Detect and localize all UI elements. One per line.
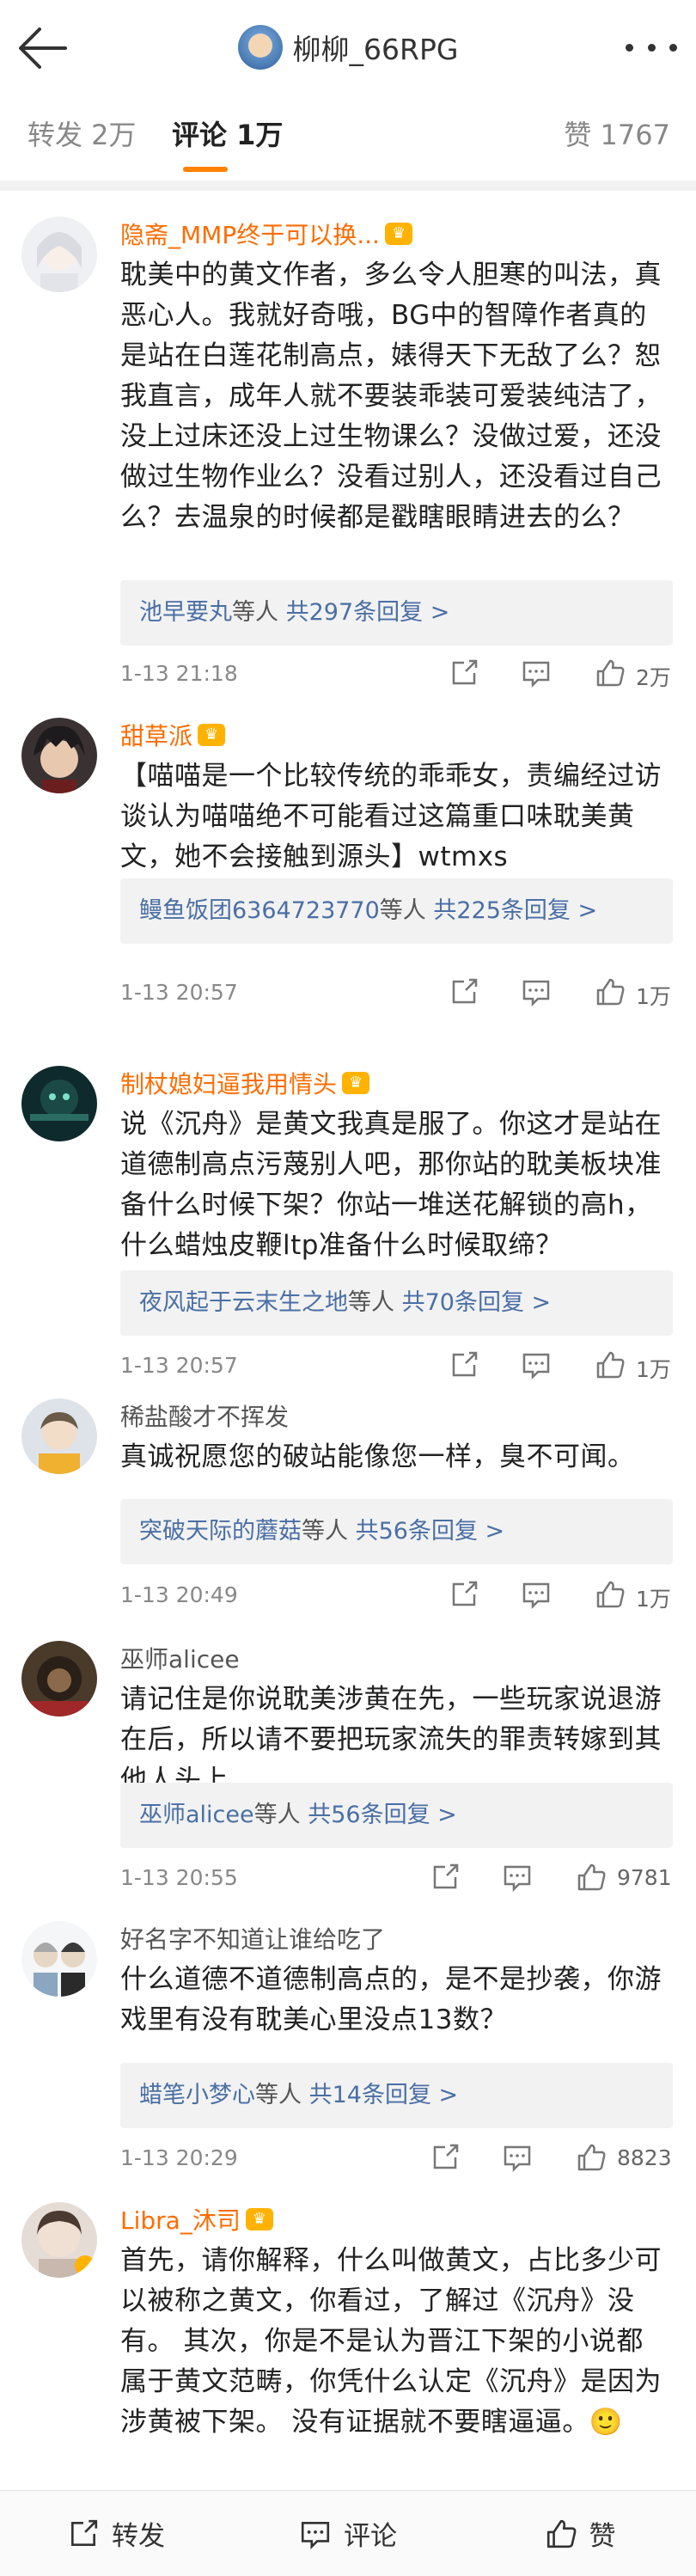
like-icon[interactable] <box>595 1349 626 1380</box>
header-title[interactable]: 柳柳_66RPG <box>0 21 696 73</box>
comment-icon[interactable] <box>521 658 552 688</box>
repost-icon <box>71 2519 98 2546</box>
reply-summary[interactable]: 池早要丸等人 共297条回复 > <box>120 580 673 646</box>
avatar[interactable] <box>21 1398 97 1474</box>
comment-item: 甜草派 ♛ 【喵喵是一个比较传统的乖乖女，责编经过访谈认为喵喵绝不可能看过这篇重… <box>0 705 696 1040</box>
comment-item: 稀盐酸才不挥发 真诚祝愿您的破站能像您一样，臭不可闻。 突破天际的蘑菇等人 共5… <box>0 1386 696 1635</box>
repost-icon[interactable] <box>449 1579 479 1610</box>
like-count: 8823 <box>617 2145 672 2170</box>
avatar[interactable] <box>21 1641 97 1716</box>
comment-text: 耽美中的黄文作者，多么令人胆寒的叫法，真恶心人。我就好奇哦，BG中的智障作者真的… <box>120 260 662 533</box>
comment-meta: 1-13 20:29 8823 <box>120 2142 675 2176</box>
repost-icon[interactable] <box>430 1862 461 1893</box>
comment-item: 制杖媳妇逼我用情头 ♛ 说《沉舟》是黄文我真是服了。你这才是站在道德制高点污蔑别… <box>0 1053 696 1414</box>
comment-author[interactable]: 巫师alicee <box>120 1641 240 1675</box>
comment-author[interactable]: 甜草派 ♛ <box>120 718 226 752</box>
vip-crown-icon: ♛ <box>384 223 412 245</box>
avatar[interactable] <box>21 1921 97 1997</box>
vip-crown-icon: ♛ <box>245 2208 273 2230</box>
comment-meta: 1-13 20:49 1万 <box>120 1579 675 1613</box>
like-count: 2万 <box>636 665 671 690</box>
like-button[interactable]: 赞 <box>464 2491 696 2576</box>
comment-text: 【喵喵是一个比较传统的乖乖女，责编经过访谈认为喵喵绝不可能看过这篇重口味耽美黄文… <box>120 761 662 872</box>
like-count: 1万 <box>636 984 671 1009</box>
like-icon[interactable] <box>576 1862 607 1893</box>
repost-icon[interactable] <box>449 1349 479 1380</box>
tab-likes[interactable]: 赞 1767 <box>564 113 670 153</box>
like-icon[interactable] <box>595 658 626 688</box>
comment-meta: 1-13 20:57 1万 <box>120 1349 675 1384</box>
comment-icon[interactable] <box>521 976 552 1007</box>
comment-icon[interactable] <box>521 1579 552 1610</box>
comment-author[interactable]: 制杖媳妇逼我用情头 ♛ <box>120 1066 370 1100</box>
like-icon[interactable] <box>576 2142 607 2173</box>
comment-item: Libra_沐司 ♛ 首先，请你解释，什么叫做黄文，占比多少可以被称之黄文，你看… <box>0 2189 696 2490</box>
like-icon <box>546 2519 576 2548</box>
avatar[interactable] <box>21 217 97 292</box>
comment-button[interactable]: 评论 <box>232 2491 464 2576</box>
comment-text: 首先，请你解释，什么叫做黄文，占比多少可以被称之黄文，你看过，了解过《沉舟》没有… <box>120 2245 662 2438</box>
tab-comments[interactable]: 评论 1万 <box>172 113 283 153</box>
comment-item: 巫师alicee 请记住是你说耽美涉黄在先，一些玩家说退游在后，所以请不要把玩家… <box>0 1628 696 1920</box>
vip-crown-icon: ♛ <box>342 1072 370 1094</box>
divider <box>0 181 696 191</box>
comment-icon[interactable] <box>521 1349 552 1380</box>
comment-author[interactable]: Libra_沐司 ♛ <box>120 2202 273 2236</box>
like-count: 1万 <box>636 1587 671 1612</box>
comment-icon[interactable] <box>502 2142 533 2173</box>
active-tab-indicator <box>183 167 228 172</box>
avatar[interactable] <box>21 1066 97 1141</box>
like-icon[interactable] <box>595 976 626 1007</box>
comment-icon <box>301 2521 330 2549</box>
top-bar: 柳柳_66RPG <box>0 0 696 95</box>
more-button[interactable] <box>626 34 677 60</box>
reply-summary[interactable]: 鳗鱼饭团6364723770等人 共225条回复 > <box>120 878 673 944</box>
avatar[interactable] <box>21 2202 97 2278</box>
vip-crown-icon: ♛ <box>198 724 226 746</box>
repost-button[interactable]: 转发 <box>0 2491 232 2576</box>
comment-author[interactable]: 隐斋_MMP终于可以换... ♛ <box>120 217 412 251</box>
tab-repost[interactable]: 转发 2万 <box>27 113 137 153</box>
comment-text: 真诚祝愿您的破站能像您一样，臭不可闻。 <box>120 1441 635 1472</box>
comment-meta: 1-13 21:18 2万 <box>120 658 675 692</box>
comment-icon[interactable] <box>502 1862 533 1893</box>
like-count: 1万 <box>636 1357 671 1382</box>
comment-item: 好名字不知道让谁给吃了 什么道德不道德制高点的，是不是抄袭，你游戏里有没有耽美心… <box>0 1908 696 2192</box>
comment-meta: 1-13 20:57 1万 <box>120 976 675 1011</box>
like-icon[interactable] <box>595 1579 626 1610</box>
tab-bar: 转发 2万 评论 1万 赞 1767 <box>0 95 696 181</box>
reply-summary[interactable]: 突破天际的蘑菇等人 共56条回复 > <box>120 1499 673 1564</box>
repost-icon[interactable] <box>449 658 479 688</box>
avatar[interactable] <box>21 718 97 793</box>
repost-icon[interactable] <box>430 2142 461 2173</box>
comment-item: 隐斋_MMP终于可以换... ♛ 耽美中的黄文作者，多么令人胆寒的叫法，真恶心人… <box>0 204 696 690</box>
reply-summary[interactable]: 巫师alicee等人 共56条回复 > <box>120 1783 673 1848</box>
bottom-action-bar: 转发 评论 赞 <box>0 2490 696 2576</box>
repost-icon[interactable] <box>449 976 479 1007</box>
like-count: 9781 <box>617 1865 672 1890</box>
reply-summary[interactable]: 蜡笔小梦心等人 共14条回复 > <box>120 2063 673 2128</box>
author-avatar[interactable] <box>237 25 283 70</box>
comment-author[interactable]: 好名字不知道让谁给吃了 <box>120 1921 385 1955</box>
reply-summary[interactable]: 夜风起于云末生之地等人 共70条回复 > <box>120 1270 673 1336</box>
comment-author[interactable]: 稀盐酸才不挥发 <box>120 1398 289 1433</box>
more-dots-icon <box>626 43 633 52</box>
comment-meta: 1-13 20:55 9781 <box>120 1862 675 1896</box>
comment-text: 说《沉舟》是黄文我真是服了。你这才是站在道德制高点污蔑别人吧，那你站的耽美板块准… <box>120 1109 662 1261</box>
comment-text: 什么道德不道德制高点的，是不是抄袭，你游戏里有没有耽美心里没点13数？ <box>120 1964 662 2035</box>
author-name[interactable]: 柳柳_66RPG <box>293 27 459 68</box>
